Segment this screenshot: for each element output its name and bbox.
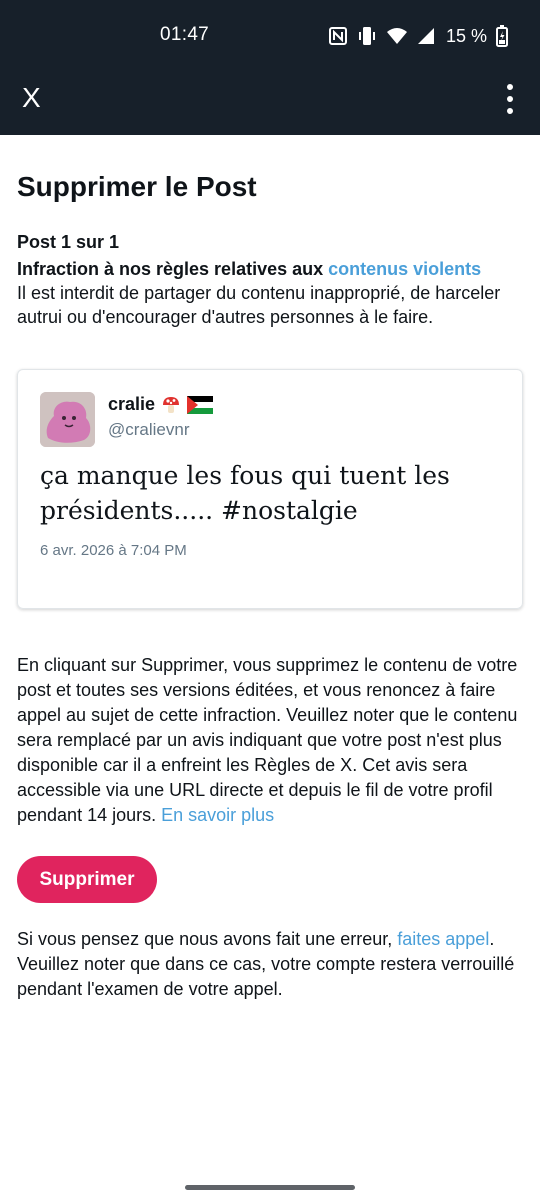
delete-info-body: En cliquant sur Supprimer, vous supprime… (17, 655, 518, 825)
palestine-flag-icon (187, 395, 214, 414)
status-bar: 01:47 15 % (0, 0, 540, 72)
author-name-text: cralie (108, 394, 156, 414)
delete-button[interactable]: Supprimer (17, 856, 157, 903)
battery-charging-icon (496, 25, 508, 47)
post-author-handle: @cralievnr (108, 420, 190, 439)
mushroom-icon (163, 396, 180, 413)
app-bar: X (0, 72, 540, 135)
post-date: 6 avr. 2026 à 7:04 PM (40, 542, 187, 559)
status-time: 01:47 (160, 24, 210, 45)
home-gesture-handle[interactable] (185, 1185, 355, 1190)
violent-content-link[interactable]: contenus violents (328, 259, 481, 279)
page-title: Supprimer le Post (17, 171, 257, 202)
post-text: ça manque les fous qui tuent les préside… (40, 461, 450, 525)
violation-description: Il est interdit de partager du contenu i… (17, 283, 501, 327)
more-vertical-icon[interactable] (500, 82, 520, 116)
violation-prefix: Infraction à nos règles relatives aux (17, 259, 329, 279)
app-title: X (22, 82, 41, 113)
main-content: Supprimer le Post Post 1 sur 1 Infractio… (17, 135, 523, 1002)
battery-percentage: 15 % (445, 25, 487, 46)
signal-icon (417, 28, 434, 44)
wifi-icon (386, 28, 407, 44)
violation-heading: Infraction à nos règles relatives aux co… (17, 257, 523, 281)
gesture-nav-bar (0, 1175, 540, 1199)
avatar (40, 392, 95, 447)
appeal-link[interactable]: faites appel (397, 929, 489, 949)
vibrate-icon (358, 27, 375, 45)
post-count: Post 1 sur 1 (17, 232, 120, 252)
appeal-text: Si vous pensez que nous avons fait une e… (17, 927, 523, 1002)
post-author-name: cralie (108, 394, 214, 415)
status-icons: 15 % (328, 24, 508, 48)
learn-more-link[interactable]: En savoir plus (161, 805, 274, 825)
delete-info-text: En cliquant sur Supprimer, vous supprime… (17, 653, 523, 828)
reported-post-card: cralie @cralievnr ça manque les fous qui… (17, 369, 523, 609)
appeal-text-before: Si vous pensez que nous avons fait une e… (17, 929, 398, 949)
nfc-icon (328, 27, 347, 45)
